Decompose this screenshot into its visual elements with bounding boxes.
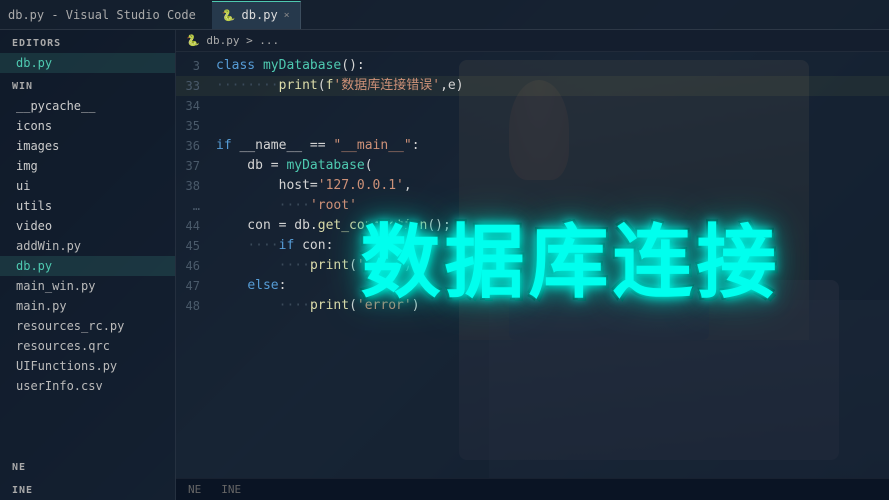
sidebar-item-db-py[interactable]: db.py	[0, 53, 175, 73]
status-right: INE	[221, 483, 241, 496]
line-content-3: class myDatabase():	[216, 56, 365, 76]
line-number-34: 34	[176, 96, 216, 116]
line-number-35: 35	[176, 116, 216, 136]
bottom-ine: INE	[0, 477, 175, 500]
sidebar-item-icons[interactable]: icons	[0, 116, 175, 136]
sidebar-item-video[interactable]: video	[0, 216, 175, 236]
status-bar: NE INE	[176, 478, 889, 500]
title-bar: db.py - Visual Studio Code 🐍 db.py ×	[0, 0, 889, 30]
code-line-44: 44 con = db.get_connection();	[176, 216, 889, 236]
code-line-ellipsis: … ····'root'	[176, 196, 889, 216]
sidebar-item-uifunctions[interactable]: UIFunctions.py	[0, 356, 175, 376]
code-line-36: 36 if __name__ == "__main__":	[176, 136, 889, 156]
line-number-3: 3	[176, 56, 216, 76]
sidebar-item-resources-qrc[interactable]: resources.qrc	[0, 336, 175, 356]
code-line-34: 34	[176, 96, 889, 116]
app-container: db.py - Visual Studio Code 🐍 db.py × EDI…	[0, 0, 889, 500]
sidebar-item-main[interactable]: main.py	[0, 296, 175, 316]
code-line-37: 37 db = myDatabase(	[176, 156, 889, 176]
code-line-45: 45 ····if con:	[176, 236, 889, 256]
line-content-48: ····print('error')	[216, 296, 420, 316]
line-content-36: if __name__ == "__main__":	[216, 136, 420, 156]
sidebar-item-resources-rc[interactable]: resources_rc.py	[0, 316, 175, 336]
sidebar-item-db[interactable]: db.py	[0, 256, 175, 276]
sidebar-item-pycache[interactable]: __pycache__	[0, 96, 175, 116]
db-py-label: db.py	[16, 56, 52, 70]
editors-section-title: EDITORS	[0, 30, 175, 53]
line-number-33: 33	[176, 76, 216, 96]
sidebar-item-mainwin[interactable]: main_win.py	[0, 276, 175, 296]
tab-close-button[interactable]: ×	[284, 10, 290, 21]
line-content-46: ····print('succ')	[216, 256, 412, 276]
line-number-48: 48	[176, 296, 216, 316]
line-number-46: 46	[176, 256, 216, 276]
code-line-48: 48 ····print('error')	[176, 296, 889, 316]
code-line-3: 3 class myDatabase():	[176, 56, 889, 76]
sidebar-item-img[interactable]: img	[0, 156, 175, 176]
main-area: EDITORS db.py WIN __pycache__ icons imag…	[0, 30, 889, 500]
win-section-title: WIN	[0, 73, 175, 96]
sidebar-item-userinfo[interactable]: userInfo.csv	[0, 376, 175, 396]
line-number-ellipsis: …	[176, 196, 216, 216]
line-content-38: host='127.0.0.1',	[216, 176, 412, 196]
editor-tab[interactable]: 🐍 db.py ×	[212, 1, 301, 29]
line-content-33: ········print(f'数据库连接错误',e)	[216, 76, 464, 96]
bottom-ne: NE	[0, 454, 175, 477]
sidebar-item-utils[interactable]: utils	[0, 196, 175, 216]
line-number-47: 47	[176, 276, 216, 296]
line-number-37: 37	[176, 156, 216, 176]
sidebar-item-images[interactable]: images	[0, 136, 175, 156]
line-number-44: 44	[176, 216, 216, 236]
breadcrumb-path: db.py > ...	[206, 34, 279, 47]
line-content-ellipsis: ····'root'	[216, 196, 357, 216]
breadcrumb-icon: 🐍	[186, 34, 200, 47]
python-icon: 🐍	[222, 9, 236, 22]
line-number-38: 38	[176, 176, 216, 196]
title-bar-title: db.py - Visual Studio Code	[8, 8, 196, 22]
breadcrumb: 🐍 db.py > ...	[176, 30, 889, 52]
code-line-46: 46 ····print('succ')	[176, 256, 889, 276]
editor-pane: 🐍 db.py > ... 3 class myDatabase(): 33 ·…	[176, 30, 889, 500]
sidebar-item-addwin[interactable]: addWin.py	[0, 236, 175, 256]
sidebar: EDITORS db.py WIN __pycache__ icons imag…	[0, 30, 176, 500]
line-content-45: ····if con:	[216, 236, 333, 256]
editor-content[interactable]: 3 class myDatabase(): 33 ········print(f…	[176, 52, 889, 478]
sidebar-item-ui[interactable]: ui	[0, 176, 175, 196]
code-line-38: 38 host='127.0.0.1',	[176, 176, 889, 196]
tab-label: db.py	[242, 8, 278, 22]
line-content-47: else:	[216, 276, 286, 296]
line-content-37: db = myDatabase(	[216, 156, 373, 176]
code-line-47: 47 else:	[176, 276, 889, 296]
code-line-35: 35	[176, 116, 889, 136]
line-number-45: 45	[176, 236, 216, 256]
code-line-33: 33 ········print(f'数据库连接错误',e)	[176, 76, 889, 96]
line-number-36: 36	[176, 136, 216, 156]
status-left: NE	[188, 483, 201, 496]
line-content-44: con = db.get_connection();	[216, 216, 451, 236]
